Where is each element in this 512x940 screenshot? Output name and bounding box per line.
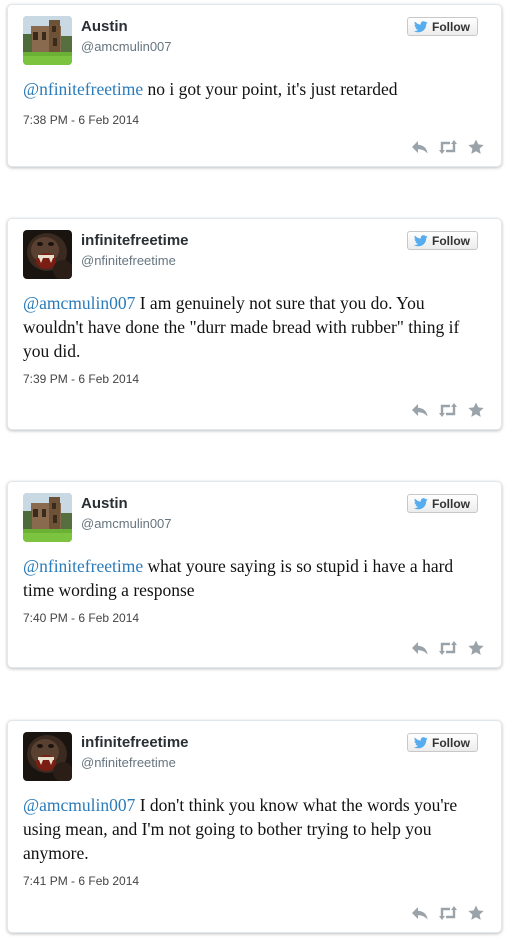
user-handle[interactable]: @nfinitefreetime xyxy=(81,755,176,770)
follow-button[interactable]: Follow xyxy=(407,494,478,513)
follow-button[interactable]: Follow xyxy=(407,733,478,752)
mention-link[interactable]: @nfinitefreetime xyxy=(23,79,143,99)
timestamp[interactable]: 7:40 PM - 6 Feb 2014 xyxy=(23,611,139,625)
twitter-bird-icon xyxy=(414,737,428,749)
retweet-icon[interactable] xyxy=(439,640,457,656)
display-name[interactable]: infinitefreetime xyxy=(81,734,189,751)
display-name[interactable]: Austin xyxy=(81,18,128,35)
follow-label: Follow xyxy=(432,233,470,248)
twitter-bird-icon xyxy=(414,498,428,510)
tweet-card: infinitefreetime @nfinitefreetime Follow… xyxy=(7,720,502,933)
follow-label: Follow xyxy=(432,19,470,34)
tweet-card: Austin @amcmulin007 Follow @nfinitefreet… xyxy=(7,4,502,167)
tweet-actions xyxy=(411,640,485,656)
user-handle[interactable]: @amcmulin007 xyxy=(81,516,172,531)
star-icon[interactable] xyxy=(467,139,485,155)
user-handle[interactable]: @nfinitefreetime xyxy=(81,253,176,268)
follow-label: Follow xyxy=(432,735,470,750)
reply-icon[interactable] xyxy=(411,402,429,418)
tweet-text: @nfinitefreetime what youre saying is so… xyxy=(23,554,477,602)
tweet-card: Austin @amcmulin007 Follow @nfinitefreet… xyxy=(7,481,502,668)
display-name[interactable]: Austin xyxy=(81,495,128,512)
star-icon[interactable] xyxy=(467,640,485,656)
tweet-actions xyxy=(411,139,485,155)
timestamp[interactable]: 7:39 PM - 6 Feb 2014 xyxy=(23,372,139,386)
follow-button[interactable]: Follow xyxy=(407,17,478,36)
avatar[interactable] xyxy=(23,493,72,542)
timestamp[interactable]: 7:41 PM - 6 Feb 2014 xyxy=(23,874,139,888)
tweet-body: no i got your point, it's just retarded xyxy=(143,79,398,99)
mention-link[interactable]: @amcmulin007 xyxy=(23,795,135,815)
follow-label: Follow xyxy=(432,496,470,511)
tweet-actions xyxy=(411,402,485,418)
tweet-text: @amcmulin007 I don't think you know what… xyxy=(23,793,477,865)
star-icon[interactable] xyxy=(467,402,485,418)
mention-link[interactable]: @amcmulin007 xyxy=(23,293,135,313)
display-name[interactable]: infinitefreetime xyxy=(81,232,189,249)
twitter-bird-icon xyxy=(414,235,428,247)
twitter-bird-icon xyxy=(414,21,428,33)
tweet-actions xyxy=(411,905,485,921)
tweet-text: @amcmulin007 I am genuinely not sure tha… xyxy=(23,291,477,363)
retweet-icon[interactable] xyxy=(439,139,457,155)
retweet-icon[interactable] xyxy=(439,905,457,921)
reply-icon[interactable] xyxy=(411,640,429,656)
tweet-card: infinitefreetime @nfinitefreetime Follow… xyxy=(7,218,502,430)
timestamp[interactable]: 7:38 PM - 6 Feb 2014 xyxy=(23,113,139,127)
follow-button[interactable]: Follow xyxy=(407,231,478,250)
avatar[interactable] xyxy=(23,732,72,781)
reply-icon[interactable] xyxy=(411,905,429,921)
avatar[interactable] xyxy=(23,230,72,279)
avatar[interactable] xyxy=(23,16,72,65)
user-handle[interactable]: @amcmulin007 xyxy=(81,39,172,54)
reply-icon[interactable] xyxy=(411,139,429,155)
mention-link[interactable]: @nfinitefreetime xyxy=(23,556,143,576)
retweet-icon[interactable] xyxy=(439,402,457,418)
tweet-text: @nfinitefreetime no i got your point, it… xyxy=(23,77,477,101)
star-icon[interactable] xyxy=(467,905,485,921)
